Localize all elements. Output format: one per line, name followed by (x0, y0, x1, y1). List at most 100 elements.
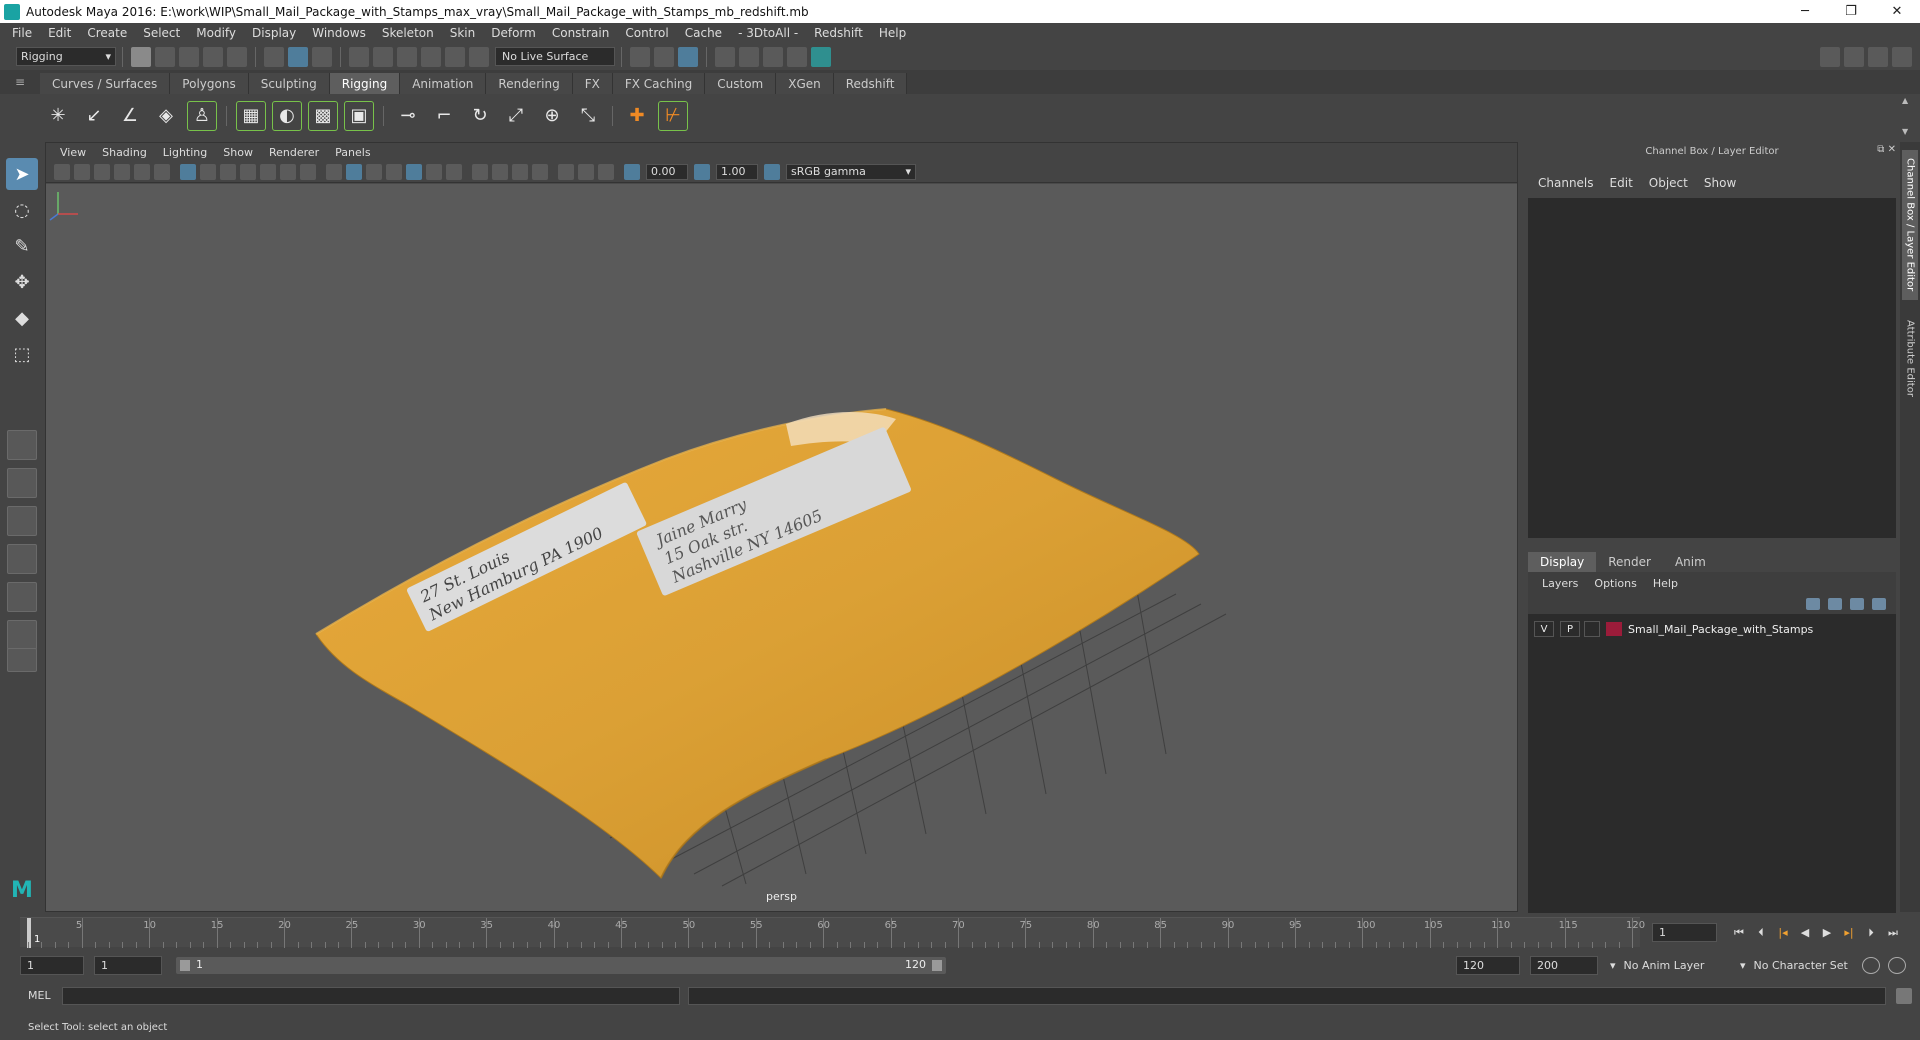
layer-menu-layers[interactable]: Layers (1534, 577, 1586, 590)
menu-skeleton[interactable]: Skeleton (374, 26, 442, 40)
menu-windows[interactable]: Windows (304, 26, 374, 40)
single-pane-layout-icon[interactable] (7, 430, 37, 460)
viewport-menu-renderer[interactable]: Renderer (261, 146, 327, 159)
restore-button[interactable]: ❐ (1828, 0, 1874, 23)
field-chart-icon[interactable] (260, 163, 276, 180)
joint-tool-icon[interactable]: ✳ (43, 101, 73, 131)
xray-joints-icon[interactable] (578, 163, 594, 180)
render-view-icon[interactable] (763, 46, 783, 67)
viewport-menu-lighting[interactable]: Lighting (155, 146, 215, 159)
move-tool-icon[interactable]: ✥ (6, 266, 38, 298)
shelf-menu-icon[interactable]: ≡ (0, 70, 40, 94)
menu-deform[interactable]: Deform (483, 26, 544, 40)
select-hierarchy-icon[interactable] (264, 46, 284, 67)
viewport-menu-panels[interactable]: Panels (327, 146, 378, 159)
go-to-end-icon[interactable]: ⏭ (1882, 923, 1904, 942)
graph-editor-layout-icon[interactable] (7, 582, 37, 612)
parent-constraint-icon[interactable]: ⊸ (393, 101, 423, 131)
symmetry-icon[interactable] (469, 46, 489, 67)
mirror-joint-icon[interactable]: ◈ (151, 101, 181, 131)
quick-rig-icon[interactable]: ♙ (187, 100, 217, 131)
cluster-icon[interactable]: ▣ (344, 100, 374, 131)
viewport-panel[interactable]: View Shading Lighting Show Renderer Panels 0.… (45, 142, 1518, 912)
layer-visibility-toggle[interactable]: V (1534, 621, 1554, 637)
channel-menu-show[interactable]: Show (1696, 176, 1744, 190)
animation-end-field[interactable]: 200 (1530, 956, 1598, 975)
tab-curves-surfaces[interactable]: Curves / Surfaces (40, 73, 171, 94)
exposure-field[interactable]: 0.00 (646, 163, 688, 180)
snap-live-icon[interactable] (445, 46, 465, 67)
viewport-menu-show[interactable]: Show (215, 146, 261, 159)
playback-start-field[interactable]: 1 (94, 956, 162, 975)
undo-icon[interactable] (203, 46, 223, 67)
menu-constrain[interactable]: Constrain (544, 26, 618, 40)
step-forward-key-icon[interactable]: ▸| (1838, 923, 1860, 942)
outliner-persp-layout-icon[interactable] (7, 544, 37, 574)
channel-menu-object[interactable]: Object (1641, 176, 1696, 190)
menu-modify[interactable]: Modify (188, 26, 244, 40)
depth-of-field-icon[interactable] (512, 163, 528, 180)
viewport-menu-view[interactable]: View (52, 146, 94, 159)
image-plane-icon[interactable] (114, 163, 130, 180)
select-object-icon[interactable] (288, 46, 308, 67)
tab-attribute-editor[interactable]: Attribute Editor (1902, 308, 1918, 408)
render-settings-icon[interactable] (715, 46, 735, 67)
tab-rendering[interactable]: Rendering (486, 73, 573, 94)
new-empty-layer-icon[interactable] (1850, 598, 1864, 610)
anim-layer-dropdown[interactable]: ▾ No Anim Layer (1604, 956, 1734, 975)
menu-select[interactable]: Select (135, 26, 188, 40)
menu-3dtoall[interactable]: - 3DtoAll - (730, 26, 806, 40)
panel-controls[interactable]: ⧉ ✕ (1877, 144, 1896, 155)
ipr-render-icon[interactable] (678, 46, 698, 67)
layout-menu-icon[interactable] (7, 648, 37, 672)
layer-color-swatch[interactable] (1606, 622, 1622, 636)
menu-help[interactable]: Help (871, 26, 914, 40)
construction-history-icon[interactable] (630, 46, 650, 67)
redo-icon[interactable] (227, 46, 247, 67)
shadows-icon[interactable] (426, 163, 442, 180)
film-gate-icon[interactable] (200, 163, 216, 180)
menu-cache[interactable]: Cache (677, 26, 730, 40)
ambient-occlusion-icon[interactable] (446, 163, 462, 180)
new-layer-selected-icon[interactable] (1872, 598, 1886, 610)
wireframe-on-shaded-icon[interactable] (366, 163, 382, 180)
menu-create[interactable]: Create (79, 26, 135, 40)
channel-menu-edit[interactable]: Edit (1602, 176, 1641, 190)
safe-action-icon[interactable] (280, 163, 296, 180)
snap-view-plane-icon[interactable] (421, 46, 441, 67)
layer-menu-help[interactable]: Help (1645, 577, 1686, 590)
auto-key-icon[interactable] (1862, 957, 1880, 974)
menu-set-dropdown[interactable]: Rigging ▾ (16, 47, 116, 66)
rotate-tool-icon[interactable]: ◆ (6, 302, 38, 334)
tab-xgen[interactable]: XGen (776, 73, 834, 94)
ik-handle-icon[interactable]: ↙ (79, 101, 109, 131)
shelf-scroll[interactable]: ▲ ▼ (1902, 96, 1914, 136)
snap-point-icon[interactable] (397, 46, 417, 67)
multisample-aa-icon[interactable] (492, 163, 508, 180)
shelf-options-icon[interactable] (0, 94, 40, 137)
point-constraint-icon[interactable]: ⌐ (429, 101, 459, 131)
layer-row[interactable]: V P Small_Mail_Package_with_Stamps (1528, 620, 1896, 638)
layer-type-toggle[interactable] (1584, 621, 1600, 637)
resolution-gate-icon[interactable] (220, 163, 236, 180)
select-component-icon[interactable] (312, 46, 332, 67)
tool-settings-toggle-icon[interactable] (1868, 46, 1888, 67)
isolate-select-icon[interactable] (532, 163, 548, 180)
live-surface-field[interactable]: No Live Surface (495, 47, 615, 66)
menu-redshift[interactable]: Redshift (806, 26, 871, 40)
close-button[interactable]: ✕ (1874, 0, 1920, 23)
scale-tool-icon[interactable]: ⬚ (6, 338, 38, 370)
layer-menu-options[interactable]: Options (1586, 577, 1644, 590)
2d-pan-zoom-icon[interactable] (134, 163, 150, 180)
chevron-down-icon[interactable]: ▼ (1902, 127, 1914, 136)
command-input[interactable] (62, 987, 680, 1005)
select-tool-icon[interactable]: ➤ (6, 158, 38, 190)
set-driven-key-icon[interactable]: ⊬ (658, 100, 688, 131)
camera-attributes-icon[interactable] (74, 163, 90, 180)
orient-constraint-icon[interactable]: ↻ (465, 101, 495, 131)
bind-skin-icon[interactable]: ▦ (236, 100, 266, 131)
save-scene-icon[interactable] (179, 46, 199, 67)
attribute-editor-toggle-icon[interactable] (1844, 46, 1864, 67)
scale-constraint-icon[interactable]: ⤢ (501, 101, 531, 131)
new-scene-icon[interactable] (131, 46, 151, 67)
